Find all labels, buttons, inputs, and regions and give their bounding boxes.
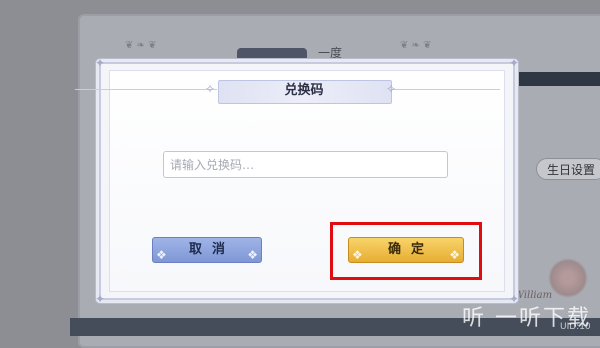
button-ornament-icon: ❖ (247, 248, 258, 262)
sparkle-icon: ✧ (205, 82, 216, 96)
background-dark-bar (510, 72, 600, 86)
title-divider-right (390, 89, 500, 90)
redeem-code-input[interactable] (163, 151, 448, 178)
decorative-flourish-right: ❦ ❧ ❦ (400, 40, 432, 51)
decorative-flourish-left: ❦ ❧ ❦ (125, 40, 157, 51)
button-ornament-icon: ❖ (156, 248, 167, 262)
cancel-button[interactable]: ❖ 取消 ❖ (152, 237, 262, 263)
confirm-highlight-annotation (330, 222, 482, 280)
title-divider-left (75, 89, 217, 90)
corner-ornament-icon: ✦ (94, 292, 106, 306)
corner-ornament-icon: ✦ (94, 56, 106, 70)
rose-decoration (548, 258, 588, 298)
corner-ornament-icon: ✦ (508, 56, 520, 70)
birthday-settings-button[interactable]: 生日设置 (536, 158, 600, 180)
dialog-title: 兑换码 (284, 83, 324, 98)
cancel-button-label: 取消 (188, 242, 235, 257)
site-watermark: 听 一听下载 (462, 306, 591, 331)
